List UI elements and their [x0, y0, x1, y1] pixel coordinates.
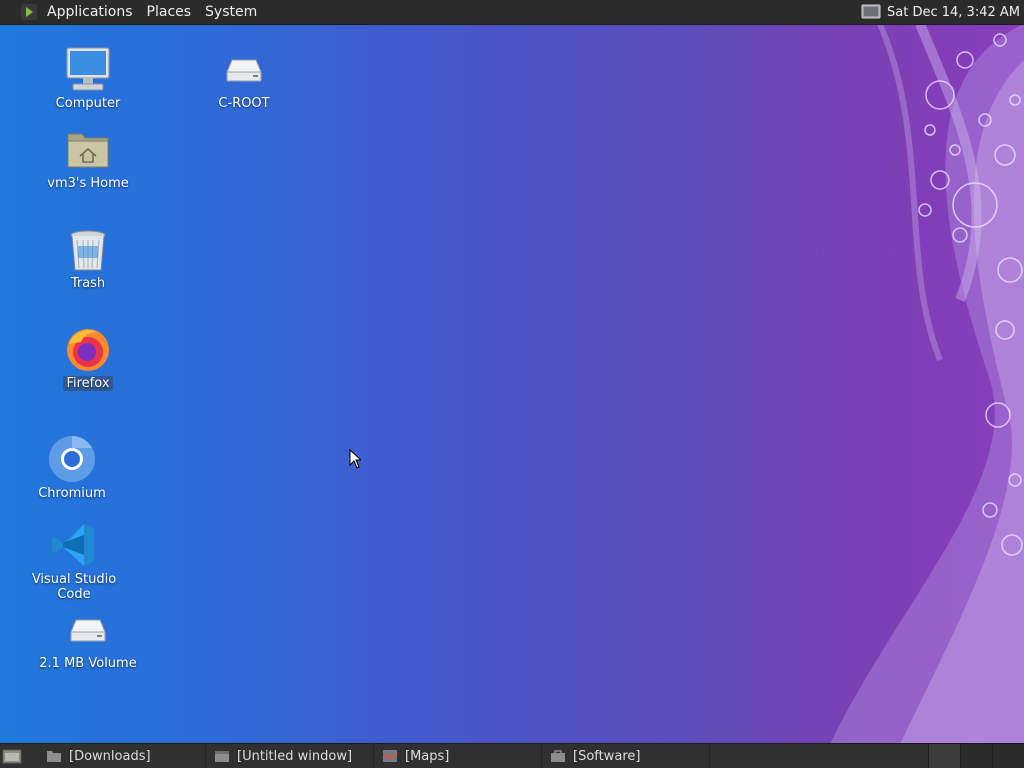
display-icon[interactable] [861, 4, 881, 20]
desktop-icon-trash[interactable]: Trash [28, 224, 148, 291]
clock[interactable]: Sat Dec 14, 3:42 AM [887, 5, 1020, 20]
wallpaper-decoration [830, 22, 1024, 744]
desktop-icon-chromium[interactable]: Chromium [12, 434, 132, 501]
icon-label: Chromium [38, 486, 106, 501]
main-menu: Applications Places System [0, 0, 264, 24]
icon-label: vm3's Home [47, 176, 129, 191]
icon-label: Computer [55, 96, 121, 111]
software-icon [551, 750, 565, 762]
task-maps[interactable]: [Maps] [374, 744, 542, 768]
desktop[interactable]: Computer C-ROOT vm3's Home Trash Firefox… [0, 0, 1024, 768]
vscode-icon [52, 524, 94, 566]
menu-logo-icon[interactable] [20, 3, 38, 21]
show-desktop-button[interactable] [0, 744, 24, 768]
icon-label: 2.1 MB Volume [39, 656, 137, 671]
desktop-icon-home[interactable]: vm3's Home [28, 124, 148, 191]
workspace-3[interactable] [992, 744, 1024, 768]
icon-label: Trash [70, 276, 106, 291]
icon-label: Firefox [63, 376, 113, 391]
computer-icon [66, 47, 110, 91]
firefox-icon [67, 329, 109, 371]
workspace-1[interactable] [928, 744, 960, 768]
task-label: [Software] [573, 748, 641, 764]
workspace-2[interactable] [960, 744, 992, 768]
task-label: [Untitled window] [237, 748, 353, 764]
task-label: [Maps] [405, 748, 450, 764]
home-folder-icon [67, 133, 109, 168]
menu-applications[interactable]: Applications [40, 0, 140, 24]
trash-icon [70, 230, 106, 271]
menu-system[interactable]: System [198, 0, 264, 24]
task-software[interactable]: [Software] [542, 744, 710, 768]
desktop-icon-c-root[interactable]: C-ROOT [184, 44, 304, 111]
drive-icon [226, 59, 262, 82]
task-untitled-window[interactable]: [Untitled window] [206, 744, 374, 768]
icon-label: C-ROOT [218, 96, 270, 111]
drive-icon [70, 619, 106, 642]
chromium-icon [49, 436, 95, 482]
task-label: [Downloads] [69, 748, 151, 764]
desktop-icon-computer[interactable]: Computer [28, 44, 148, 111]
desktop-icon-volume[interactable]: 2.1 MB Volume [28, 604, 148, 671]
maps-icon [382, 750, 398, 762]
clock-area: Sat Dec 14, 3:42 AM [861, 0, 1020, 24]
desktop-icon-vscode[interactable]: Visual Studio Code [14, 520, 134, 602]
mouse-cursor-icon [349, 449, 361, 469]
top-panel: Applications Places System Sat Dec 14, 3… [0, 0, 1024, 25]
desktop-icon-firefox[interactable]: Firefox [28, 324, 148, 391]
task-downloads[interactable]: [Downloads] [38, 744, 206, 768]
folder-icon [47, 751, 61, 762]
icon-label: Visual Studio Code [31, 572, 117, 602]
window-icon [215, 751, 229, 762]
bottom-panel: [Downloads] [Untitled window] [Maps] [So… [0, 743, 1024, 768]
menu-places[interactable]: Places [140, 0, 199, 24]
show-desktop-icon [2, 749, 22, 764]
workspace-switcher [928, 744, 1024, 768]
